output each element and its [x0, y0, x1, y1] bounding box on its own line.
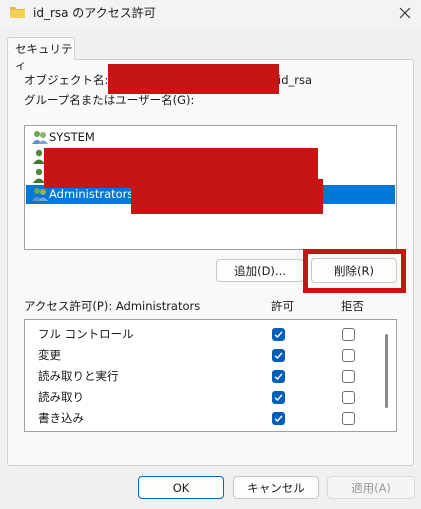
permission-row-write: 書き込み	[25, 408, 375, 429]
tab-security-label: セキュリティ	[15, 42, 73, 72]
allow-checkbox[interactable]	[272, 412, 285, 425]
check-icon	[274, 373, 283, 380]
permission-name: 読み取り	[38, 390, 84, 404]
allow-checkbox[interactable]	[272, 328, 285, 341]
user-name: SYSTEM	[49, 130, 95, 144]
group-users-icon	[32, 131, 48, 144]
close-button[interactable]	[393, 2, 417, 24]
permissions-list[interactable]: フル コントロール 変更 読み取りと実行 読み取り 書き込み	[24, 319, 397, 432]
check-icon	[274, 352, 283, 359]
deny-checkbox[interactable]	[342, 349, 355, 362]
check-icon	[274, 394, 283, 401]
close-icon	[399, 7, 411, 19]
allow-checkbox[interactable]	[272, 391, 285, 404]
ok-button[interactable]: OK	[138, 476, 224, 499]
remove-button[interactable]: 削除(R)	[311, 258, 397, 283]
object-name-label: オブジェクト名:	[24, 73, 109, 87]
apply-button[interactable]: 適用(A)	[327, 476, 415, 499]
deny-checkbox[interactable]	[342, 412, 355, 425]
folder-icon	[10, 7, 25, 18]
permission-name: 書き込み	[38, 411, 84, 425]
permission-name: 読み取りと実行	[38, 369, 119, 383]
permission-row-read: 読み取り	[25, 387, 375, 408]
check-icon	[274, 415, 283, 422]
allow-checkbox[interactable]	[272, 370, 285, 383]
group-user-label: グループ名またはユーザー名(G):	[24, 93, 195, 107]
deny-checkbox[interactable]	[342, 328, 355, 341]
deny-checkbox[interactable]	[342, 370, 355, 383]
deny-checkbox[interactable]	[342, 391, 355, 404]
allow-column-header: 許可	[271, 299, 294, 313]
check-icon	[274, 331, 283, 338]
allow-checkbox[interactable]	[272, 349, 285, 362]
cancel-button[interactable]: キャンセル	[233, 476, 319, 499]
window-title: id_rsa のアクセス許可	[33, 6, 156, 20]
permissions-header: アクセス許可(P): Administrators	[24, 299, 201, 313]
permission-name: フル コントロール	[38, 327, 134, 341]
scrollbar-thumb[interactable]	[385, 334, 388, 408]
redaction-block	[108, 64, 279, 94]
deny-column-header: 拒否	[341, 299, 364, 313]
permission-row-read-execute: 読み取りと実行	[25, 366, 375, 387]
user-name: Administrators (	[49, 187, 142, 201]
permission-row-full-control: フル コントロール	[25, 324, 375, 345]
add-button[interactable]: 追加(D)...	[216, 259, 304, 282]
permission-name: 変更	[38, 348, 61, 362]
permission-row-modify: 変更	[25, 345, 375, 366]
group-users-icon	[32, 188, 48, 201]
object-name-value: id_rsa	[278, 73, 313, 87]
redaction-block	[131, 179, 323, 214]
list-item-system[interactable]: SYSTEM	[26, 128, 395, 147]
tab-security[interactable]: セキュリティ	[7, 37, 75, 72]
